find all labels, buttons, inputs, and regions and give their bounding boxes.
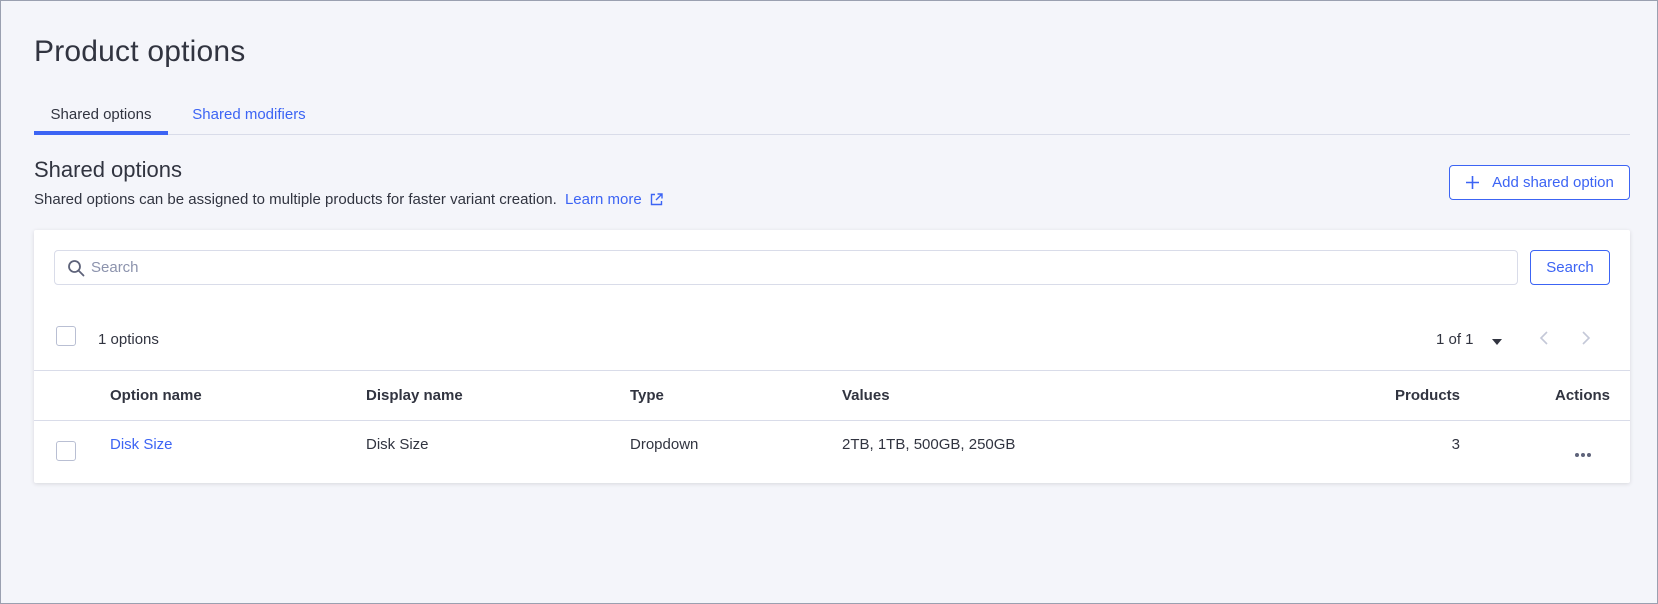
chevron-right-icon[interactable] — [1581, 330, 1591, 351]
search-button[interactable]: Search — [1530, 250, 1610, 285]
more-horizontal-icon[interactable] — [1574, 445, 1592, 463]
select-all-checkbox[interactable] — [56, 326, 76, 346]
table-header: Option name Display name Type Values Pro… — [34, 370, 1630, 421]
column-option-name: Option name — [110, 387, 202, 404]
learn-more-label: Learn more — [564, 191, 642, 208]
learn-more-link[interactable]: Learn more — [565, 191, 663, 208]
pagination-label: 1 of 1 — [1436, 331, 1474, 348]
tab-shared-modifiers[interactable]: Shared modifiers — [184, 101, 314, 135]
column-products: Products — [1394, 387, 1460, 404]
tab-bar: Shared options Shared modifiers — [34, 101, 1630, 135]
search-field[interactable] — [54, 250, 1518, 285]
products-count-cell: 3 — [1451, 436, 1460, 453]
section-title: Shared options — [34, 157, 182, 182]
display-name-cell: Disk Size — [366, 436, 429, 453]
column-display-name: Display name — [366, 387, 463, 404]
table-row: Disk Size Disk Size Dropdown 2TB, 1TB, 5… — [34, 421, 1630, 481]
column-values: Values — [842, 387, 890, 404]
page-title: Product options — [34, 35, 246, 68]
search-input[interactable] — [91, 251, 1511, 284]
column-actions: Actions — [1554, 387, 1610, 404]
type-cell: Dropdown — [630, 436, 699, 453]
tab-shared-options[interactable]: Shared options — [34, 101, 168, 135]
options-card: Search 1 options 1 of 1 Option name Disp… — [34, 230, 1630, 483]
options-count: 1 options — [98, 331, 159, 348]
external-link-icon — [650, 193, 663, 210]
column-type: Type — [630, 387, 664, 404]
chevron-left-icon[interactable] — [1539, 330, 1549, 351]
section-description: Shared options can be assigned to multip… — [34, 191, 663, 210]
caret-down-icon[interactable] — [1491, 334, 1503, 352]
section-description-text: Shared options can be assigned to multip… — [34, 191, 557, 208]
add-shared-option-label: Add shared option — [1492, 174, 1614, 191]
add-shared-option-button[interactable]: Add shared option — [1449, 165, 1630, 200]
values-cell: 2TB, 1TB, 500GB, 250GB — [842, 436, 1016, 453]
page: Product options Shared options Shared mo… — [0, 0, 1658, 604]
plus-icon — [1465, 175, 1480, 190]
option-name-link[interactable]: Disk Size — [110, 436, 173, 453]
search-icon — [67, 259, 85, 282]
row-checkbox[interactable] — [56, 441, 76, 461]
